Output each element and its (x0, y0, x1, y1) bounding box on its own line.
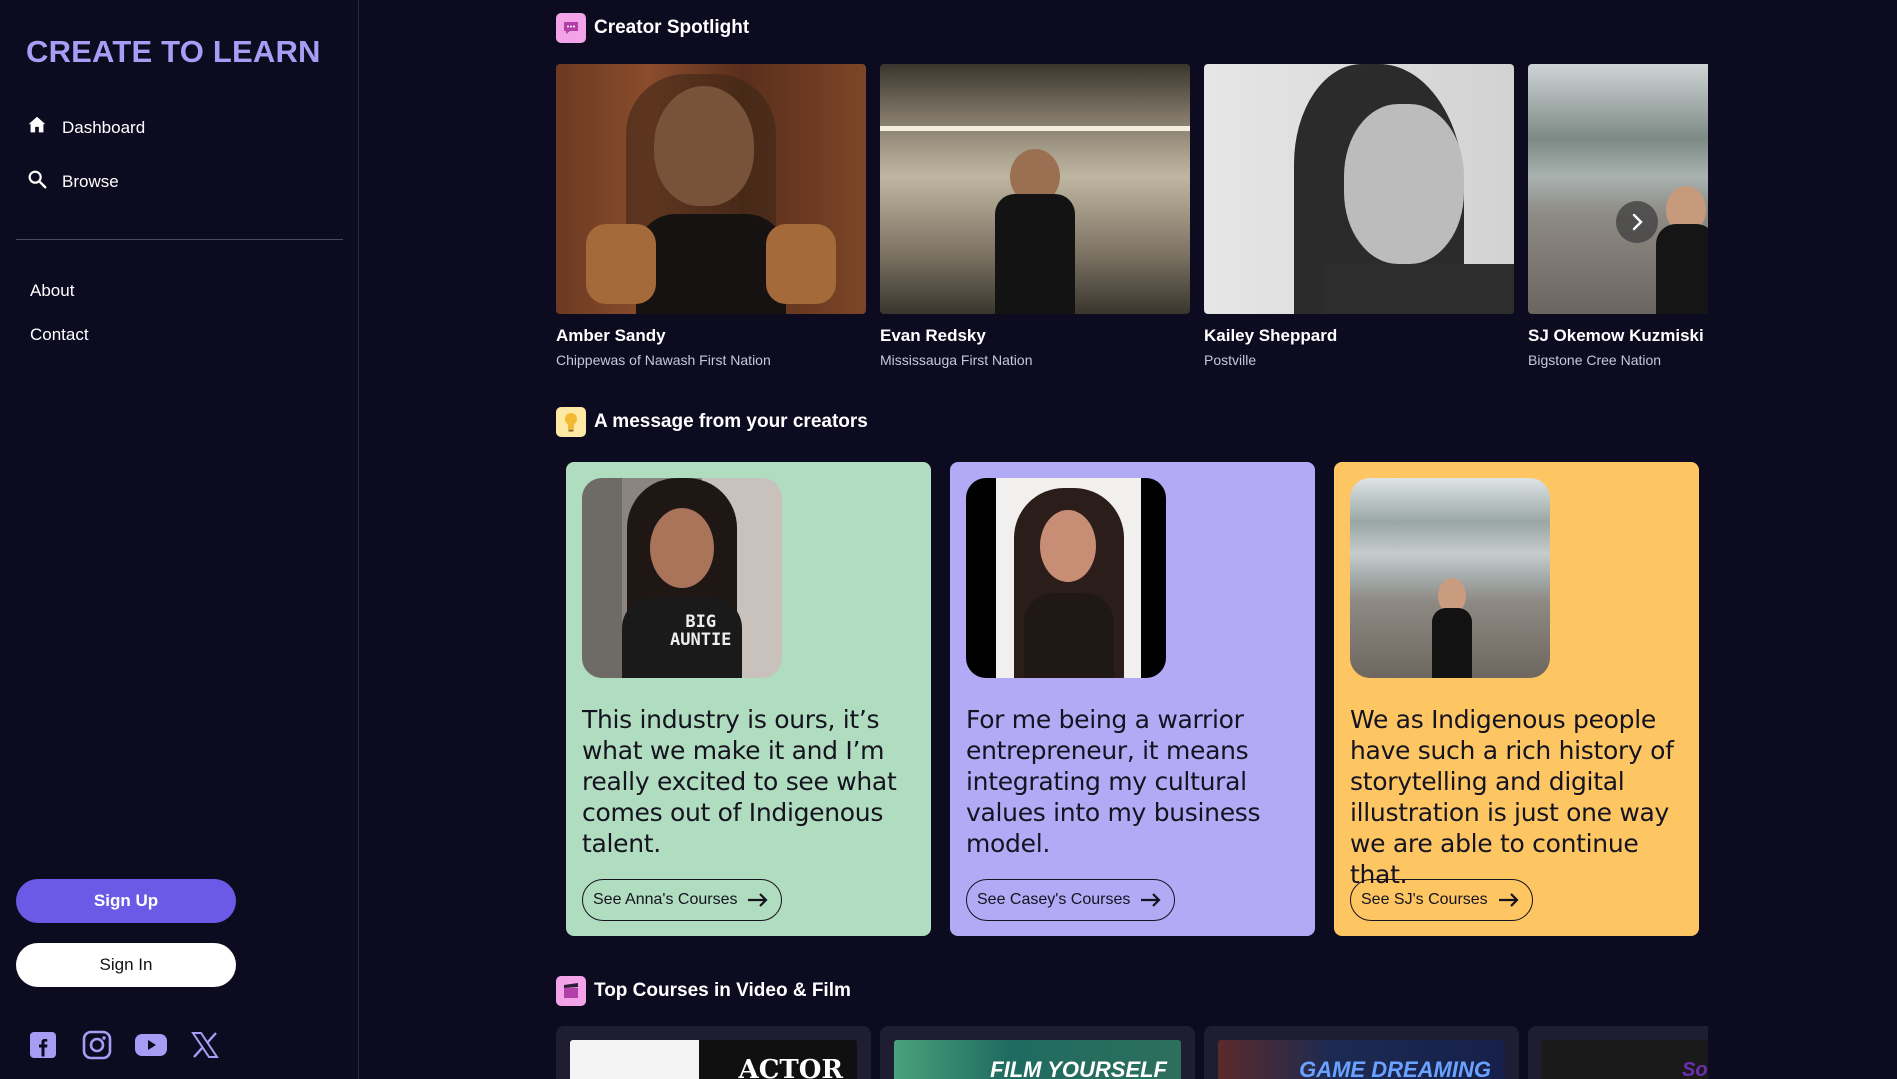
about-link[interactable]: About (30, 281, 74, 301)
see-courses-label: See Anna's Courses (593, 891, 738, 908)
course-thumb-text: So Be (1682, 1058, 1708, 1079)
nav-browse-label: Browse (62, 171, 119, 191)
search-icon (26, 168, 48, 195)
message-card-casey: For me being a warrior entrepreneur, it … (950, 462, 1315, 936)
creator-card[interactable]: Evan Redsky Mississauga First Nation (880, 64, 1190, 368)
creator-name: Evan Redsky (880, 326, 986, 345)
creator-card[interactable]: Kailey Sheppard Postville (1204, 64, 1514, 368)
x-icon[interactable] (188, 1028, 222, 1062)
lightbulb-icon (556, 407, 586, 437)
creator-quote: For me being a warrior entrepreneur, it … (966, 705, 1261, 858)
courses-title: Top Courses in Video & Film (594, 980, 851, 1001)
instagram-icon[interactable] (80, 1028, 114, 1062)
see-courses-label: See Casey's Courses (977, 891, 1131, 908)
spotlight-heading: Creator Spotlight (556, 13, 749, 43)
home-icon (26, 114, 48, 141)
messages-heading: A message from your creators (556, 407, 868, 437)
clapperboard-icon (556, 976, 586, 1006)
course-card[interactable]: So Be (1528, 1026, 1708, 1079)
sign-up-button[interactable]: Sign Up (16, 879, 236, 923)
creator-photo: BIG AUNTIE (582, 478, 782, 678)
see-courses-button[interactable]: See SJ's Courses (1350, 879, 1533, 921)
course-card[interactable]: GAME DREAMING (1204, 1026, 1519, 1079)
course-card[interactable]: FILM YOURSELF (880, 1026, 1195, 1079)
course-thumb-text: FILM YOURSELF (990, 1057, 1167, 1079)
creator-name: Amber Sandy (556, 326, 666, 345)
brand-logo[interactable]: CREATE TO LEARN (26, 34, 321, 70)
course-thumbnail: ACTOR (570, 1040, 857, 1079)
nav-dashboard-label: Dashboard (62, 117, 146, 137)
youtube-icon[interactable] (134, 1028, 168, 1062)
course-thumbnail: So Be (1542, 1040, 1708, 1079)
chevron-right-icon (1632, 213, 1643, 231)
message-card-sj: We as Indigenous people have such a rich… (1334, 462, 1699, 936)
creator-name: SJ Okemow Kuzmiski (1528, 326, 1704, 345)
creator-name: Kailey Sheppard (1204, 326, 1338, 345)
nav-browse[interactable]: Browse (26, 168, 119, 195)
creator-nation: Bigstone Cree Nation (1528, 352, 1662, 368)
creator-photo (966, 478, 1166, 678)
creator-carousel: Amber Sandy Chippewas of Nawash First Na… (556, 64, 1708, 384)
creator-photo (556, 64, 866, 314)
message-card-anna: BIG AUNTIE This industry is ours, it’s wh… (566, 462, 931, 936)
see-courses-button[interactable]: See Casey's Courses (966, 879, 1176, 921)
arrow-right-icon (1141, 893, 1161, 907)
course-thumb-text: GAME DREAMING (1299, 1057, 1491, 1079)
creator-photo (1528, 64, 1708, 314)
spotlight-title: Creator Spotlight (594, 17, 750, 38)
creator-nation: Postville (1204, 352, 1257, 368)
see-courses-button[interactable]: See Anna's Courses (582, 879, 783, 921)
creator-quote: This industry is ours, it’s what we make… (582, 705, 897, 858)
course-thumbnail: GAME DREAMING (1218, 1040, 1505, 1079)
course-thumbnail: FILM YOURSELF (894, 1040, 1181, 1079)
creator-photo (1204, 64, 1514, 314)
creator-card[interactable]: Amber Sandy Chippewas of Nawash First Na… (556, 64, 866, 368)
messages-title: A message from your creators (594, 411, 868, 432)
arrow-right-icon (1498, 893, 1519, 907)
course-thumb-text: ACTOR (738, 1055, 843, 1079)
courses-heading: Top Courses in Video & Film (556, 976, 851, 1006)
creator-photo (1350, 478, 1550, 678)
creator-nation: Chippewas of Nawash First Nation (556, 352, 771, 368)
arrow-right-icon (748, 893, 769, 907)
sidebar-divider (16, 239, 343, 240)
contact-link[interactable]: Contact (30, 325, 89, 345)
course-card[interactable]: ACTOR (556, 1026, 871, 1079)
course-carousel: ACTOR FILM YOURSELF GAME DREAMING So Be (556, 1026, 1708, 1079)
see-courses-label: See SJ's Courses (1361, 891, 1488, 908)
creator-photo (880, 64, 1190, 314)
nav-dashboard[interactable]: Dashboard (26, 114, 145, 141)
main-content: Creator Spotlight Amber Sandy Chippewas … (360, 0, 1897, 1079)
creator-nation: Mississauga First Nation (880, 352, 1033, 368)
creator-quote: We as Indigenous people have such a rich… (1350, 705, 1674, 889)
facebook-icon[interactable] (26, 1028, 60, 1062)
chat-icon (556, 13, 586, 43)
carousel-next-button[interactable] (1616, 201, 1658, 243)
sign-in-button[interactable]: Sign In (16, 943, 236, 987)
sidebar: CREATE TO LEARN Dashboard Browse About C… (0, 0, 359, 1079)
